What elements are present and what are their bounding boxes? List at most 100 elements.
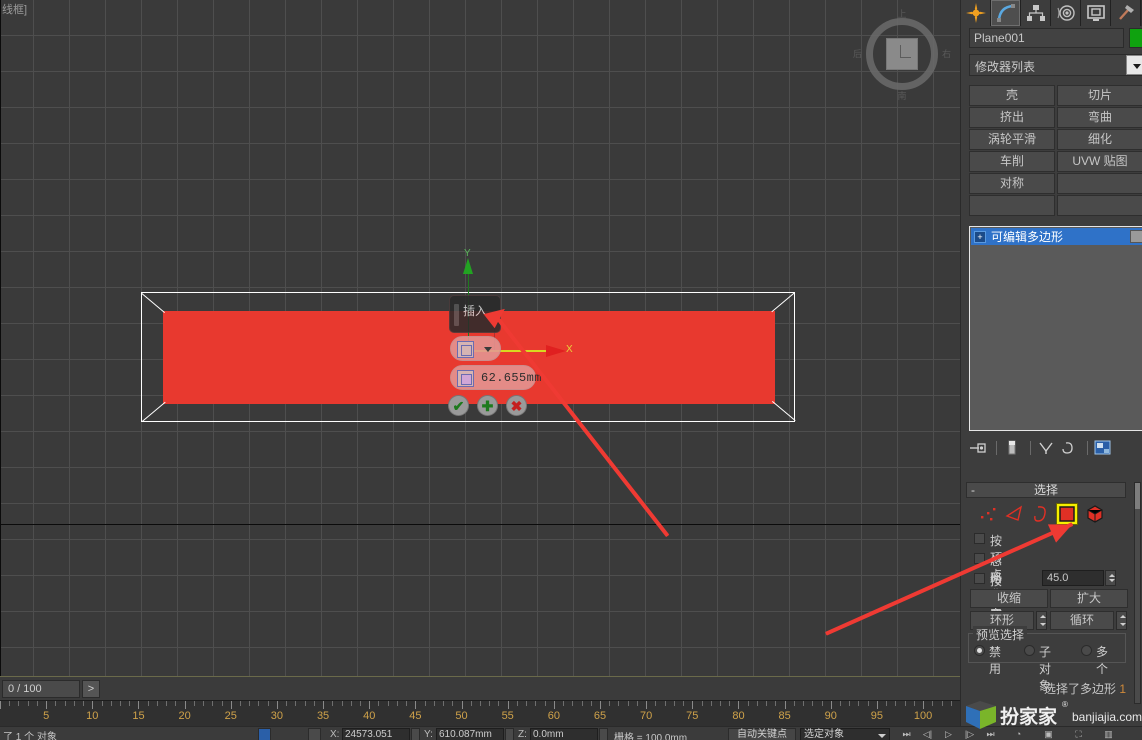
- sub-object-edge-icon[interactable]: [1004, 503, 1026, 525]
- modifier-button-lathe[interactable]: 车削: [969, 151, 1055, 172]
- reference-coordinate-dropdown[interactable]: 选定对象: [800, 728, 890, 740]
- y-coord-spinner[interactable]: [505, 728, 514, 740]
- modifier-button-empty-2[interactable]: [969, 195, 1055, 216]
- key-mode-icon[interactable]: ⏭: [900, 728, 913, 740]
- sub-object-border-icon[interactable]: [1030, 503, 1052, 525]
- ruler-tick: [950, 701, 952, 706]
- ruler-tick: [415, 701, 417, 709]
- modifier-button-uvw-map[interactable]: UVW 贴图: [1057, 151, 1142, 172]
- ruler-tick: [230, 701, 232, 709]
- radio-icon[interactable]: [1024, 645, 1035, 656]
- time-slider-field[interactable]: 0 / 100: [2, 680, 80, 698]
- modifier-button-tessellate[interactable]: 细化: [1057, 129, 1142, 150]
- selection-count-number: 1: [1119, 682, 1126, 696]
- caddy-inset-type-row[interactable]: [450, 336, 501, 361]
- x-coord-spinner[interactable]: [411, 728, 420, 740]
- stack-toggle-icon[interactable]: [1130, 230, 1142, 243]
- caddy-cancel-button[interactable]: ✖: [506, 395, 527, 416]
- by-angle-spinner[interactable]: [1105, 570, 1116, 586]
- padlock-icon[interactable]: [282, 728, 295, 740]
- compass-label-right: 右: [941, 49, 951, 59]
- loop-button[interactable]: 循环: [1050, 611, 1114, 630]
- ruler-tick: [895, 701, 897, 706]
- caddy-apply-button[interactable]: ✚: [477, 395, 498, 416]
- x-coord-field[interactable]: 24573.051: [342, 728, 410, 740]
- ruler-tick: [646, 701, 648, 709]
- pin-stack-icon[interactable]: [968, 438, 988, 458]
- modifier-button-extrude[interactable]: 挤出: [969, 107, 1055, 128]
- z-coord-spinner[interactable]: [599, 728, 608, 740]
- display-tab[interactable]: [1081, 0, 1111, 26]
- motion-tab[interactable]: [1051, 0, 1081, 26]
- lock-selection-icon[interactable]: [258, 728, 271, 740]
- track-bar-ruler[interactable]: 5 10 15 20 25 30 35 40 45 50 55 60 65 70 75 80 85 90 95 100: [0, 700, 961, 726]
- object-name-field[interactable]: Plane001: [969, 28, 1124, 48]
- command-panel-scrollbar[interactable]: [1134, 482, 1141, 704]
- by-angle-checkbox[interactable]: [974, 573, 985, 584]
- shrink-button[interactable]: 收缩: [970, 589, 1048, 608]
- inset-amount-value[interactable]: 62.655mm: [481, 371, 542, 385]
- modifier-button-shell[interactable]: 壳: [969, 85, 1055, 106]
- ruler-tick: [849, 701, 851, 706]
- show-end-result-icon[interactable]: [1002, 438, 1022, 458]
- configure-sets-icon[interactable]: [1093, 438, 1113, 458]
- play-icon[interactable]: ▷: [942, 728, 955, 740]
- make-unique-icon[interactable]: [1036, 438, 1056, 458]
- auto-key-button[interactable]: 自动关键点: [728, 728, 796, 740]
- modifier-button-empty-1[interactable]: [1057, 173, 1142, 194]
- time-slider-bar[interactable]: 0 / 100 >: [0, 676, 960, 700]
- y-coord-field[interactable]: 610.087mm: [436, 728, 504, 740]
- utilities-tab[interactable]: [1111, 0, 1141, 26]
- ring-spinner[interactable]: [1036, 611, 1047, 630]
- ruler-tick-label: 15: [132, 710, 145, 722]
- ruler-tick: [636, 701, 638, 706]
- object-color-swatch[interactable]: [1129, 28, 1142, 48]
- scrollbar-thumb[interactable]: [1135, 483, 1140, 509]
- ruler-tick: [350, 701, 352, 706]
- stack-item-editable-poly[interactable]: + 可编辑多边形: [971, 228, 1142, 245]
- by-vertex-checkbox[interactable]: [974, 533, 985, 544]
- chevron-down-icon[interactable]: [1126, 55, 1142, 75]
- ruler-tick-label: 100: [913, 710, 933, 722]
- next-frame-button[interactable]: >: [82, 680, 100, 698]
- caddy-inset-amount-row[interactable]: 62.655mm: [450, 365, 541, 390]
- viewport[interactable]: 线框] 上 南 后 右 Y X 插入 62.655mm ✔ ✚ ✖: [0, 0, 960, 676]
- modifier-button-symmetry[interactable]: 对称: [969, 173, 1055, 194]
- view-cube[interactable]: 上 南 后 右: [853, 9, 951, 101]
- by-angle-field[interactable]: 45.0: [1042, 570, 1104, 586]
- sub-object-vertex-icon[interactable]: [978, 503, 1000, 525]
- sub-object-element-icon[interactable]: [1084, 503, 1106, 525]
- modifier-button-empty-3[interactable]: [1057, 195, 1142, 216]
- collapse-icon[interactable]: -: [971, 483, 975, 497]
- gizmo-y-arrow-icon[interactable]: [463, 258, 473, 274]
- expand-icon[interactable]: +: [974, 230, 986, 243]
- gizmo-x-label: X: [566, 344, 573, 355]
- hierarchy-tab[interactable]: [1021, 0, 1051, 26]
- loop-spinner[interactable]: [1116, 611, 1127, 630]
- remove-modifier-icon[interactable]: [1059, 438, 1079, 458]
- modify-tab[interactable]: [991, 0, 1021, 26]
- modifier-button-turbosmooth[interactable]: 涡轮平滑: [969, 129, 1055, 150]
- viewport-label[interactable]: 线框]: [2, 1, 27, 17]
- gizmo-x-arrow-icon[interactable]: [546, 345, 566, 357]
- radio-icon[interactable]: [974, 645, 985, 656]
- create-tab[interactable]: [961, 0, 991, 26]
- modifier-button-slice[interactable]: 切片: [1057, 85, 1142, 106]
- ruler-tick: [175, 701, 177, 706]
- chevron-down-icon: [878, 734, 886, 738]
- absolute-mode-icon[interactable]: [308, 728, 321, 740]
- selection-rollout-header[interactable]: - 选择: [966, 482, 1126, 498]
- radio-icon[interactable]: [1081, 645, 1092, 656]
- caddy-ok-button[interactable]: ✔: [448, 395, 469, 416]
- ruler-tick-label: 80: [732, 710, 745, 722]
- view-cube-box-icon[interactable]: [886, 38, 918, 70]
- grow-button[interactable]: 扩大: [1050, 589, 1128, 608]
- modifier-stack[interactable]: + 可编辑多边形: [969, 226, 1142, 431]
- chevron-down-icon[interactable]: [484, 347, 492, 352]
- modifier-list-dropdown[interactable]: 修改器列表: [969, 54, 1142, 76]
- ruler-tick: [498, 701, 500, 706]
- prev-frame-icon[interactable]: ◁|: [921, 728, 934, 740]
- modifier-button-bend[interactable]: 弯曲: [1057, 107, 1142, 128]
- z-coord-field[interactable]: 0.0mm: [530, 728, 598, 740]
- ruler-tick: [480, 701, 481, 706]
